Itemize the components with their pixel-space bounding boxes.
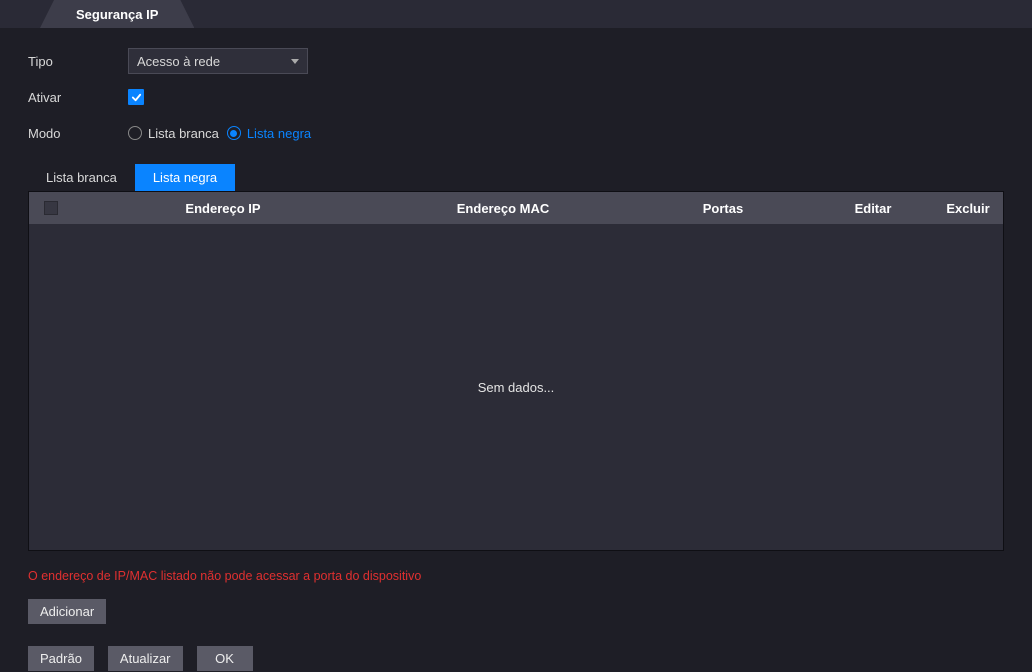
add-row: Adicionar: [28, 599, 1004, 624]
content-area: Tipo Acesso à rede Ativar Modo Lista bra…: [0, 28, 1032, 671]
table-body: Sem dados...: [29, 224, 1003, 550]
add-button[interactable]: Adicionar: [28, 599, 106, 624]
page-tab-seguranca-ip[interactable]: Segurança IP: [40, 0, 194, 28]
radio-label-lista-negra: Lista negra: [247, 126, 311, 141]
checkbox-ativar[interactable]: [128, 89, 144, 105]
bottom-buttons: Padrão Atualizar OK: [28, 646, 1004, 671]
checkbox-select-all[interactable]: [44, 201, 58, 215]
refresh-button[interactable]: Atualizar: [108, 646, 183, 671]
table: Endereço IP Endereço MAC Portas Editar E…: [28, 191, 1004, 551]
subtab-lista-branca[interactable]: Lista branca: [28, 164, 135, 191]
row-tipo: Tipo Acesso à rede: [28, 48, 1004, 74]
column-ip: Endereço IP: [73, 201, 373, 216]
table-header: Endereço IP Endereço MAC Portas Editar E…: [29, 192, 1003, 224]
select-tipo-value: Acesso à rede: [137, 54, 220, 69]
page-tab-label: Segurança IP: [76, 7, 158, 22]
default-button[interactable]: Padrão: [28, 646, 94, 671]
ok-button[interactable]: OK: [197, 646, 253, 671]
column-ports: Portas: [633, 201, 813, 216]
column-delete: Excluir: [933, 201, 1003, 216]
subtabs: Lista branca Lista negra: [28, 164, 1004, 191]
label-tipo: Tipo: [28, 54, 128, 69]
radio-label-lista-branca: Lista branca: [148, 126, 219, 141]
label-modo: Modo: [28, 126, 128, 141]
label-ativar: Ativar: [28, 90, 128, 105]
chevron-down-icon: [291, 59, 299, 64]
column-checkbox: [29, 201, 73, 215]
top-bar: Segurança IP: [0, 0, 1032, 28]
column-edit: Editar: [813, 201, 933, 216]
warning-text: O endereço de IP/MAC listado não pode ac…: [28, 569, 1004, 583]
column-mac: Endereço MAC: [373, 201, 633, 216]
radio-group-modo: Lista branca Lista negra: [128, 126, 315, 141]
check-icon: [131, 92, 142, 103]
select-tipo[interactable]: Acesso à rede: [128, 48, 308, 74]
row-ativar: Ativar: [28, 84, 1004, 110]
subtab-lista-negra[interactable]: Lista negra: [135, 164, 235, 191]
radio-lista-negra[interactable]: [227, 126, 241, 140]
radio-lista-branca[interactable]: [128, 126, 142, 140]
table-empty-text: Sem dados...: [478, 380, 555, 395]
row-modo: Modo Lista branca Lista negra: [28, 120, 1004, 146]
